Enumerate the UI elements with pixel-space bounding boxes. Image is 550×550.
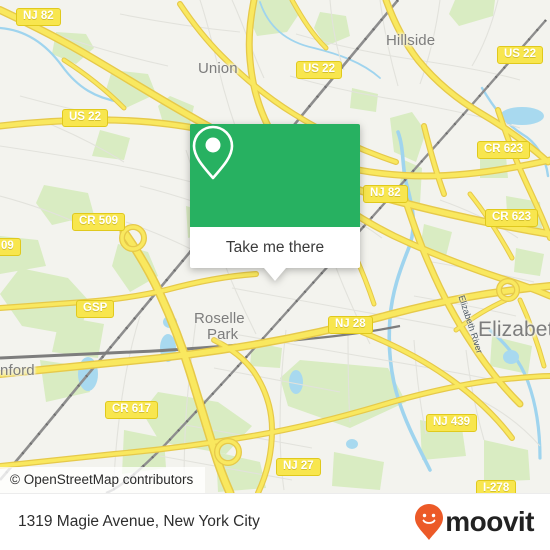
shield-nj-27[interactable]: NJ 27: [276, 458, 321, 476]
take-me-there-button[interactable]: Take me there: [190, 227, 360, 268]
moovit-brand[interactable]: moovit: [414, 503, 550, 541]
moovit-smiley-pin-icon: [415, 504, 444, 540]
map-label-roselle-park: Park: [207, 326, 239, 343]
map-label-elizabeth: Elizabeth: [478, 318, 550, 341]
shield-us-22-top[interactable]: US 22: [296, 61, 342, 79]
shield-gsp[interactable]: GSP: [76, 300, 115, 318]
shield-nj-82-mid[interactable]: NJ 82: [363, 185, 408, 203]
location-pin-icon: [192, 125, 234, 180]
map-canvas[interactable]: Union Hillside Roselle Park Elizabeth nf…: [0, 0, 550, 493]
address-label: 1319 Magie Avenue, New York City: [18, 513, 260, 530]
shield-cr-623-upper[interactable]: CR 623: [477, 141, 530, 159]
shield-cr-623-lower[interactable]: CR 623: [485, 209, 538, 227]
callout-image-area: [190, 124, 360, 227]
shield-509-edge[interactable]: 09: [0, 238, 21, 256]
map-label-hillside: Hillside: [386, 32, 436, 49]
shield-us-22-left[interactable]: US 22: [62, 109, 108, 127]
shield-nj-82-nw[interactable]: NJ 82: [16, 8, 61, 26]
osm-attribution[interactable]: © OpenStreetMap contributors: [0, 467, 206, 493]
shield-i-278-edge[interactable]: I-278: [476, 480, 517, 493]
map-label-union: Union: [198, 60, 238, 77]
shield-us-22-right[interactable]: US 22: [497, 46, 543, 64]
shield-nj-439[interactable]: NJ 439: [426, 414, 478, 432]
bottom-bar: 1319 Magie Avenue, New York City moovit: [0, 493, 550, 550]
map-label-cranford: nford: [0, 362, 35, 379]
shield-cr-509[interactable]: CR 509: [72, 213, 125, 231]
map-screenshot: Union Hillside Roselle Park Elizabeth nf…: [0, 0, 550, 550]
destination-callout[interactable]: Take me there: [190, 124, 360, 281]
shield-cr-617[interactable]: CR 617: [105, 401, 158, 419]
shield-nj-28[interactable]: NJ 28: [328, 316, 373, 334]
take-me-there-label: Take me there: [225, 238, 325, 256]
callout-tail: [264, 268, 286, 281]
moovit-wordmark: moovit: [445, 506, 534, 537]
map-label-roselle: Roselle: [194, 310, 245, 327]
